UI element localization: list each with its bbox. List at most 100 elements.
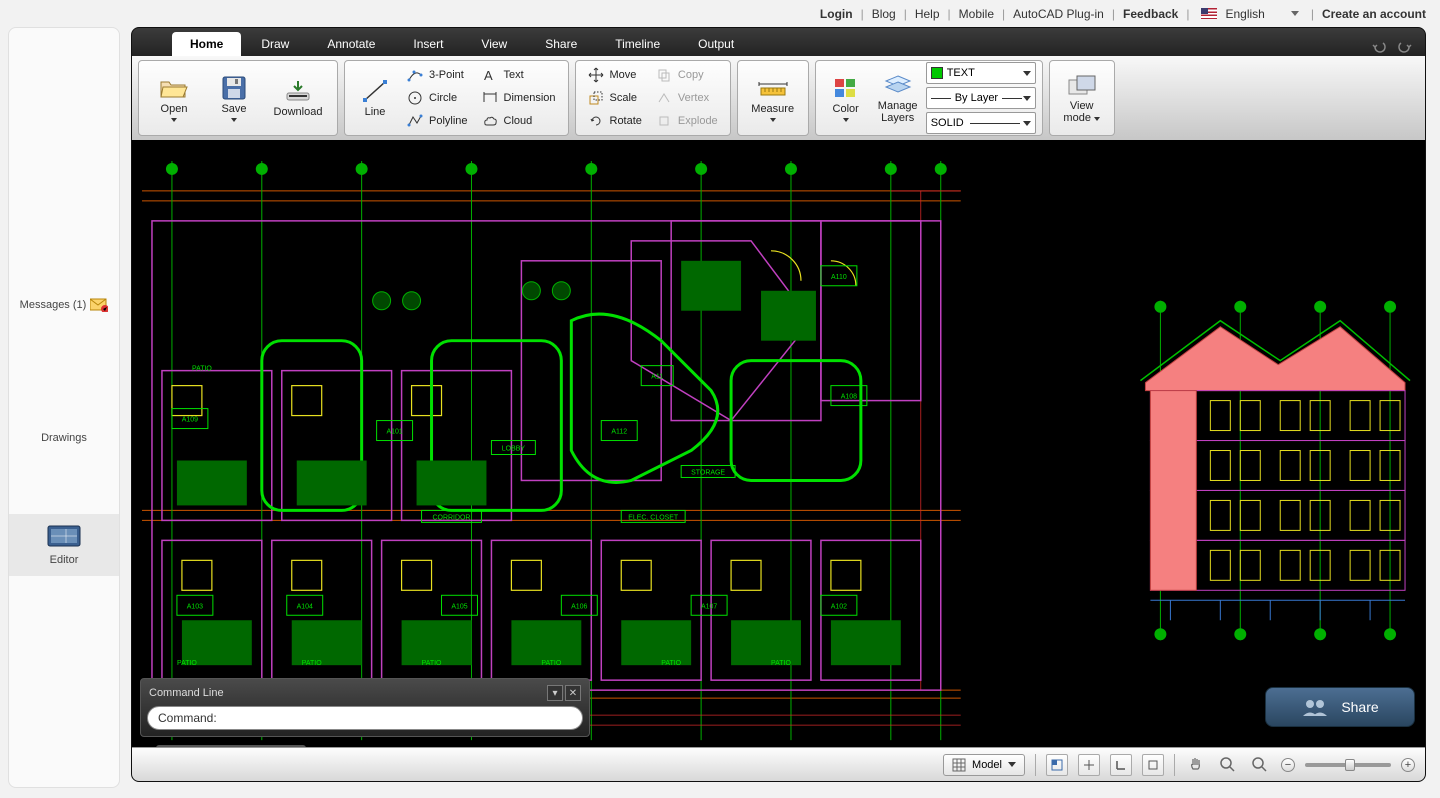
editor-label: Editor: [50, 554, 79, 566]
tab-insert[interactable]: Insert: [395, 32, 461, 56]
login-link[interactable]: Login: [820, 7, 853, 21]
vertex-button: Vertex: [650, 87, 724, 109]
chevron-down-icon: [1023, 121, 1031, 126]
scale-label: Scale: [610, 92, 638, 104]
tab-annotate[interactable]: Annotate: [309, 32, 393, 56]
undo-icon[interactable]: [1371, 38, 1389, 56]
svg-text:A103: A103: [187, 603, 203, 610]
lineweight-select[interactable]: By Layer: [926, 87, 1036, 109]
editor-icon: [46, 524, 82, 548]
zoom-in-button[interactable]: +: [1401, 758, 1415, 772]
text-button[interactable]: AText: [476, 64, 562, 86]
tab-timeline[interactable]: Timeline: [597, 32, 678, 56]
ribbon-group-viewmode: View mode: [1049, 60, 1115, 136]
zoom-extents-button[interactable]: [1217, 754, 1239, 776]
zoom-out-button[interactable]: −: [1281, 758, 1295, 772]
cloud-button[interactable]: Cloud: [476, 110, 562, 132]
svg-text:CORRIDOR: CORRIDOR: [433, 514, 471, 521]
svg-text:PATIO: PATIO: [771, 660, 791, 667]
autocad-plugin-link[interactable]: AutoCAD Plug-in: [1013, 7, 1104, 21]
share-button[interactable]: Share: [1265, 687, 1415, 727]
sidebar-item-editor[interactable]: Editor: [9, 514, 119, 576]
drawing-canvas[interactable]: LOBBY CORRIDOR STORAGE ELEC. CLOSET PATI…: [132, 140, 1425, 781]
svg-text:ELEC. CLOSET: ELEC. CLOSET: [628, 514, 679, 521]
pan-button[interactable]: [1185, 754, 1207, 776]
sidebar-item-messages[interactable]: Messages (1): [9, 288, 119, 322]
view-mode-button[interactable]: View mode: [1056, 62, 1108, 134]
three-point-button[interactable]: 3-Point: [401, 64, 474, 86]
manage-layers-button[interactable]: Manage Layers: [872, 62, 924, 134]
drawings-label: Drawings: [41, 432, 87, 444]
snap-endpoint-button[interactable]: [1078, 754, 1100, 776]
tab-view[interactable]: View: [463, 32, 525, 56]
copy-button: Copy: [650, 64, 724, 86]
svg-text:PATIO: PATIO: [541, 660, 561, 667]
tab-share[interactable]: Share: [527, 32, 595, 56]
chevron-down-icon: [1008, 762, 1016, 767]
scale-icon: [588, 90, 604, 106]
redo-icon[interactable]: [1395, 38, 1413, 56]
zoom-slider-knob[interactable]: [1345, 759, 1355, 771]
create-account-link[interactable]: Create an account: [1322, 7, 1426, 21]
chevron-down-icon: [843, 118, 849, 122]
scale-button[interactable]: Scale: [582, 87, 648, 109]
layer-select[interactable]: TEXT: [926, 62, 1036, 84]
download-button[interactable]: Download: [265, 62, 331, 134]
dimension-button[interactable]: Dimension: [476, 87, 562, 109]
tab-output[interactable]: Output: [680, 32, 752, 56]
save-button[interactable]: Save: [205, 62, 263, 134]
measure-label: Measure: [751, 103, 794, 115]
chevron-down-icon: [231, 118, 237, 122]
mobile-link[interactable]: Mobile: [959, 7, 994, 21]
chevron-down-icon: [1023, 96, 1031, 101]
move-button[interactable]: Move: [582, 64, 648, 86]
tab-home[interactable]: Home: [172, 32, 241, 56]
share-label: Share: [1341, 699, 1378, 715]
tab-draw[interactable]: Draw: [243, 32, 307, 56]
color-button[interactable]: Color: [822, 62, 870, 134]
chevron-down-icon: [1291, 11, 1299, 16]
svg-text:A108: A108: [841, 394, 857, 401]
model-label: Model: [972, 759, 1002, 771]
ribbon-group-draw: Line 3-Point Circle Polyline AText Dimen…: [344, 60, 569, 136]
circle-button[interactable]: Circle: [401, 87, 474, 109]
osnap-button[interactable]: [1142, 754, 1164, 776]
svg-text:PATIO: PATIO: [177, 660, 197, 667]
rotate-icon: [588, 113, 604, 129]
language-selector[interactable]: English: [1197, 5, 1302, 23]
svg-text:PATIO: PATIO: [192, 366, 212, 373]
chevron-down-icon: [171, 118, 177, 122]
sidebar-item-drawings[interactable]: Drawings: [9, 422, 119, 454]
copy-label: Copy: [678, 69, 704, 81]
layer-color-swatch: [931, 67, 943, 79]
ribbon-group-modify: Move Scale Rotate Copy Vertex Explode: [575, 60, 731, 136]
command-input[interactable]: [147, 706, 583, 730]
line-button[interactable]: Line: [351, 62, 399, 134]
ribbon-group-measure: Measure: [737, 60, 809, 136]
save-label: Save: [221, 103, 246, 115]
view-label: View: [1070, 100, 1094, 112]
command-collapse-button[interactable]: ▾: [547, 685, 563, 701]
layer-select-value: TEXT: [947, 67, 975, 79]
help-link[interactable]: Help: [915, 7, 940, 21]
linetype-select[interactable]: SOLID: [926, 112, 1036, 134]
circle-icon: [407, 90, 423, 106]
zoom-slider[interactable]: [1305, 763, 1391, 767]
dimension-label: Dimension: [504, 92, 556, 104]
feedback-link[interactable]: Feedback: [1123, 7, 1178, 21]
snap-grid-button[interactable]: [1046, 754, 1068, 776]
svg-text:A109: A109: [182, 417, 198, 424]
measure-button[interactable]: Measure: [744, 62, 802, 134]
zoom-button[interactable]: [1249, 754, 1271, 776]
rotate-button[interactable]: Rotate: [582, 110, 648, 132]
move-icon: [588, 67, 604, 83]
model-space-button[interactable]: Model: [943, 754, 1025, 776]
blog-link[interactable]: Blog: [872, 7, 896, 21]
open-button[interactable]: Open: [145, 62, 203, 134]
command-close-button[interactable]: ✕: [565, 685, 581, 701]
language-label: English: [1225, 7, 1264, 21]
svg-text:A101: A101: [386, 429, 402, 436]
polyline-button[interactable]: Polyline: [401, 110, 474, 132]
copy-icon: [656, 67, 672, 83]
ortho-button[interactable]: [1110, 754, 1132, 776]
